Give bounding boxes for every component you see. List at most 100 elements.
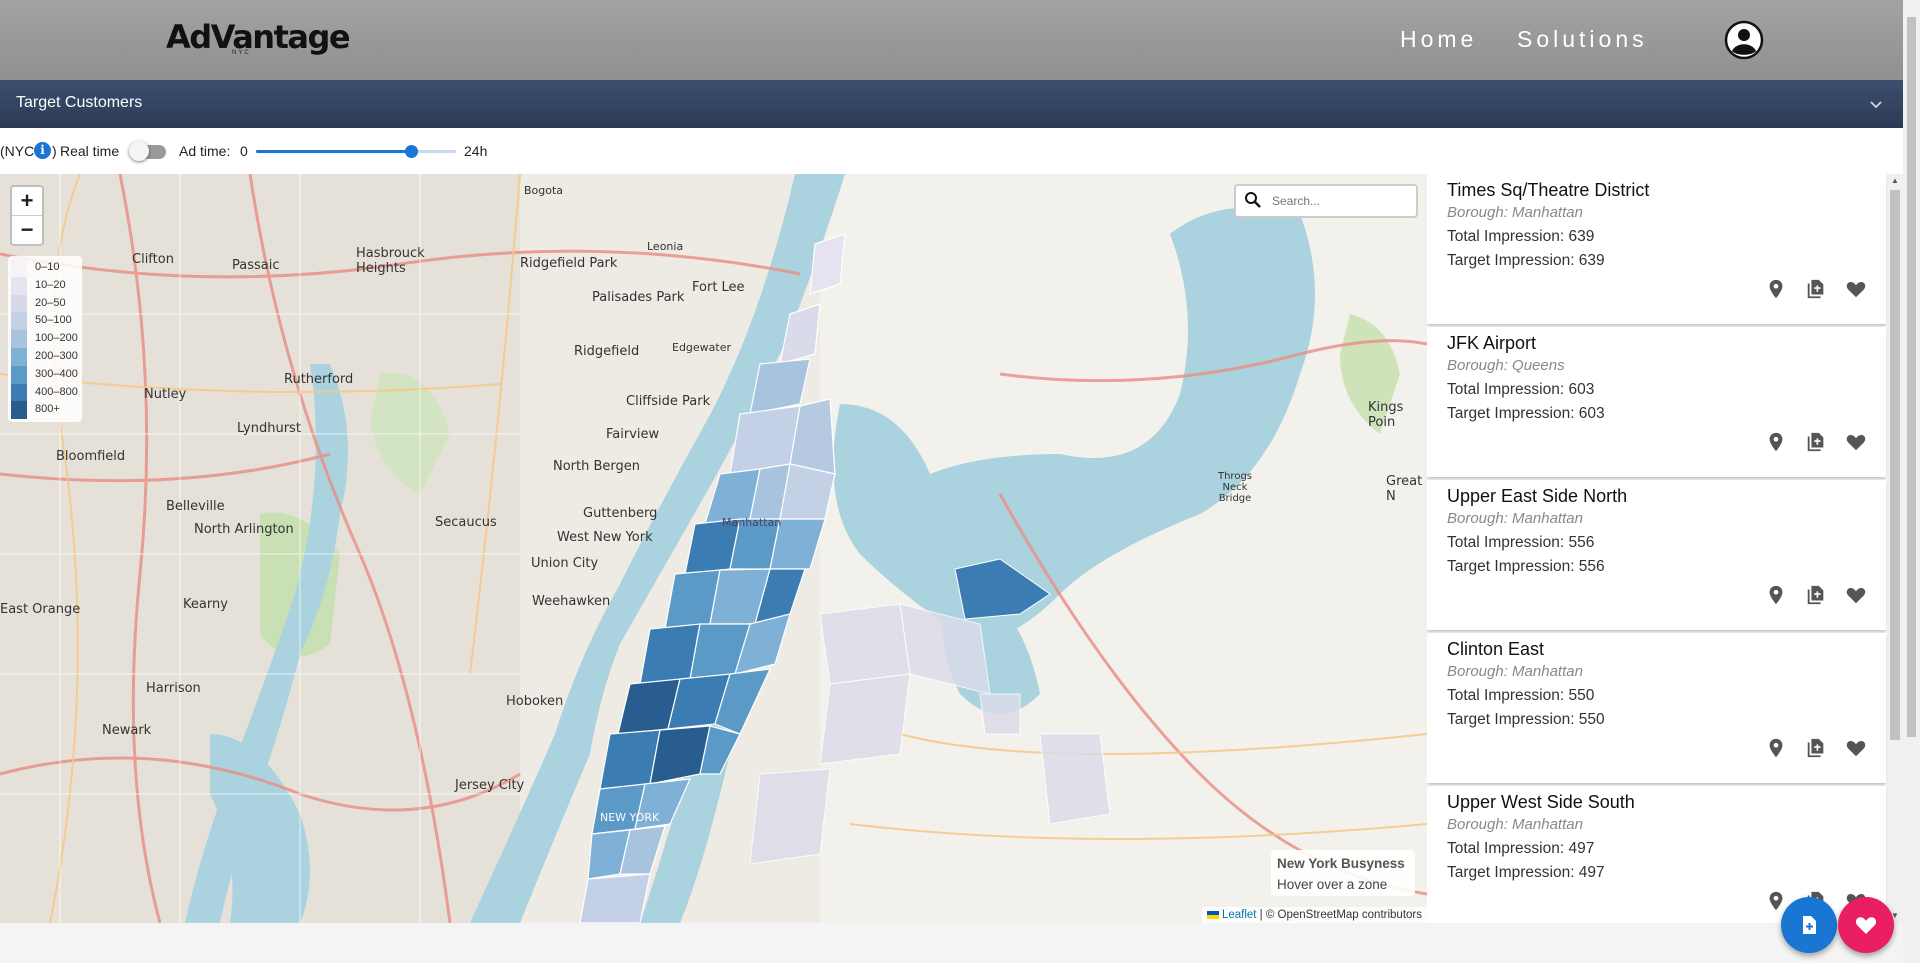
top-navbar: AdVantage NYC Home Solutions — [0, 0, 1903, 80]
adtime-min-label: 0 — [240, 143, 248, 159]
legend-swatch — [11, 276, 27, 295]
legend-label: 800+ — [35, 403, 60, 416]
target-impression: Target Impression: 556 — [1447, 558, 1605, 575]
label-guttenberg: Guttenberg — [583, 506, 658, 521]
favorite-heart-icon[interactable] — [1845, 278, 1867, 300]
label-manhattan: Manhattan — [722, 516, 782, 529]
add-report-icon[interactable] — [1805, 584, 1827, 606]
result-card[interactable]: Clinton East Borough: Manhattan Total Impr… — [1427, 633, 1886, 783]
map-search-input[interactable] — [1270, 191, 1409, 211]
legend-row: 10–20 — [8, 276, 82, 295]
result-card[interactable]: Times Sq/Theatre District Borough: Manhat… — [1427, 174, 1886, 324]
legend-label: 20–50 — [35, 296, 66, 309]
adtime-slider-thumb[interactable] — [405, 145, 418, 158]
zone-borough: Borough: Manhattan — [1447, 204, 1583, 221]
label-north-arlington: North Arlington — [194, 522, 294, 537]
realtime-toggle-thumb[interactable] — [129, 141, 149, 161]
busyness-map[interactable]: Manhattan NEW YORK Hoboken Jersey City N… — [0, 174, 1427, 923]
location-pin-icon[interactable] — [1765, 431, 1787, 453]
legend-swatch — [11, 259, 27, 277]
total-impression: Total Impression: 556 — [1447, 534, 1595, 551]
label-bloomfield: Bloomfield — [56, 449, 126, 464]
page-scroll-thumb[interactable] — [1907, 17, 1916, 737]
result-card[interactable]: Upper East Side North Borough: Manhattan T… — [1427, 480, 1886, 630]
label-bogota: Bogota — [524, 184, 564, 197]
location-pin-icon[interactable] — [1765, 737, 1787, 759]
map-search-box[interactable] — [1234, 184, 1418, 218]
label-harrison: Harrison — [146, 681, 201, 696]
adtime-max-label: 24h — [464, 143, 488, 159]
label-passaic: Passaic — [232, 258, 280, 273]
favorite-heart-icon[interactable] — [1845, 584, 1867, 606]
location-pin-icon[interactable] — [1765, 890, 1787, 912]
attribution-text: | © OpenStreetMap contributors — [1259, 909, 1422, 921]
page-scrollbar[interactable] — [1903, 0, 1920, 963]
label-north-bergen: North Bergen — [553, 459, 641, 474]
chevron-down-icon[interactable] — [1867, 95, 1885, 113]
zoom-in-button[interactable]: + — [12, 187, 42, 216]
legend-label: 200–300 — [35, 349, 78, 362]
results-scroll-thumb[interactable] — [1890, 190, 1900, 740]
result-card[interactable]: JFK Airport Borough: Queens Total Impressi… — [1427, 327, 1886, 477]
location-pin-icon[interactable] — [1765, 584, 1787, 606]
total-impression: Total Impression: 550 — [1447, 687, 1595, 704]
account-icon[interactable] — [1724, 20, 1764, 60]
label-ridgefield: Ridgefield — [574, 344, 640, 359]
target-customers-accordion[interactable]: Target Customers — [0, 80, 1903, 128]
legend-label: 400–800 — [35, 385, 78, 398]
label-clifton: Clifton — [132, 252, 174, 267]
nav-solutions-link[interactable]: Solutions — [1517, 26, 1648, 53]
results-list: Times Sq/Theatre District Borough: Manhat… — [1427, 174, 1903, 923]
favorite-heart-icon[interactable] — [1845, 737, 1867, 759]
label-hasbrouck-heights: Hasbrouck Heights — [356, 246, 425, 276]
label-great-neck: Great N — [1386, 474, 1423, 504]
add-report-icon[interactable] — [1805, 431, 1827, 453]
legend-label: 50–100 — [35, 314, 72, 327]
target-impression: Target Impression: 603 — [1447, 405, 1605, 422]
adtime-slider-track — [256, 150, 411, 153]
legend-row: 20–50 — [8, 294, 82, 313]
legend-row: 100–200 — [8, 330, 82, 348]
zoom-out-button[interactable]: − — [12, 216, 42, 244]
favorites-fab-button[interactable] — [1838, 897, 1894, 953]
logo[interactable]: AdVantage — [166, 18, 351, 56]
info-title: New York Busyness — [1277, 856, 1405, 871]
hover-info-box: New York Busyness Hover over a zone — [1271, 850, 1415, 896]
total-impression: Total Impression: 603 — [1447, 381, 1595, 398]
nav-home-link[interactable]: Home — [1400, 26, 1477, 53]
legend-swatch — [11, 365, 27, 384]
search-icon — [1245, 192, 1261, 208]
total-impression: Total Impression: 497 — [1447, 840, 1595, 857]
info-icon[interactable]: i — [34, 142, 51, 159]
scroll-up-arrow[interactable]: ▲ — [1891, 176, 1899, 185]
label-belleville: Belleville — [166, 499, 225, 514]
legend-label: 10–20 — [35, 278, 66, 291]
logo-subtitle: NYC — [232, 50, 251, 56]
legend-label: 300–400 — [35, 367, 78, 380]
report-fab-button[interactable] — [1781, 897, 1837, 953]
info-hint: Hover over a zone — [1277, 877, 1388, 892]
results-scrollbar[interactable]: ▲ ▼ — [1887, 174, 1903, 923]
legend-row: 300–400 — [8, 365, 82, 384]
label-east-orange: East Orange — [0, 602, 81, 617]
label-lyndhurst: Lyndhurst — [237, 421, 301, 436]
heart-icon — [1855, 917, 1877, 934]
legend-swatch — [11, 383, 27, 402]
label-hoboken: Hoboken — [506, 694, 564, 709]
location-pin-icon[interactable] — [1765, 278, 1787, 300]
legend-swatch — [11, 312, 27, 331]
leaflet-link[interactable]: Leaflet — [1222, 909, 1257, 921]
label-fairview: Fairview — [606, 427, 660, 442]
zone-borough: Borough: Manhattan — [1447, 816, 1583, 833]
add-report-icon[interactable] — [1805, 737, 1827, 759]
legend-label: 0–10 — [35, 261, 60, 273]
zone-name: Upper West Side South — [1447, 792, 1635, 812]
favorite-heart-icon[interactable] — [1845, 431, 1867, 453]
legend-row: 50–100 — [8, 312, 82, 331]
time-controls: (NYC i ) Real time Ad time: 0 24h — [0, 128, 1903, 174]
label-west-new-york: West New York — [557, 530, 653, 545]
label-edgewater: Edgewater — [672, 341, 732, 354]
add-report-icon[interactable] — [1805, 278, 1827, 300]
label-weehawken: Weehawken — [532, 594, 611, 609]
label-rutherford: Rutherford — [284, 372, 354, 387]
